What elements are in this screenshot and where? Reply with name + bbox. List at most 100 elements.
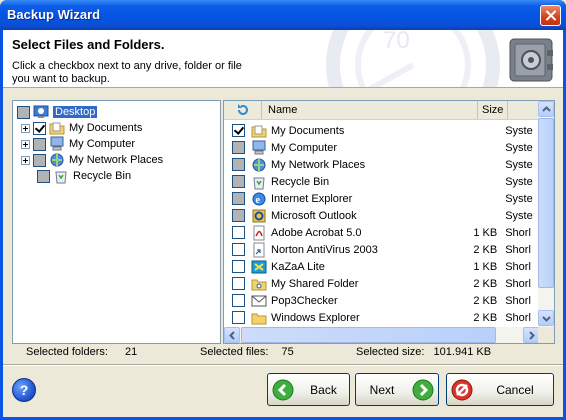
list-item-size: 1 KB [473,226,498,239]
folder-tree[interactable]: Desktop My Documents My Computer My Netw… [12,100,221,344]
desktop-icon [33,105,49,118]
scroll-up-button[interactable] [538,101,554,117]
tree-checkbox[interactable] [33,137,46,151]
tree-item-desktop[interactable]: Desktop [17,104,98,120]
scroll-corner [538,327,554,343]
list-item-size: 2 KB [473,294,498,307]
list-checkbox[interactable] [232,158,245,171]
tree-item-my-computer[interactable]: My Computer [21,136,135,152]
footer-divider [3,364,563,366]
list-row[interactable]: Windows Explorer 2 KB Shorl [224,309,539,326]
status-selected-folders: Selected folders: 21 [26,346,137,360]
list-checkbox[interactable] [232,311,245,324]
tree-item-label: My Documents [69,122,143,134]
list-item-name: Adobe Acrobat 5.0 [271,226,362,239]
list-item-type: Syste [505,209,533,222]
list-item-name: Pop3Checker [271,294,338,307]
list-row[interactable]: Norton AntiVirus 2003 2 KB Shorl [224,241,539,258]
column-header-type[interactable] [508,101,539,119]
column-header-size[interactable]: Size [478,101,508,119]
next-button[interactable]: Next [355,373,439,406]
selected-files-label: Selected files: [200,346,269,358]
outlook-icon [252,209,266,222]
list-item-size: 1 KB [473,260,498,273]
list-row[interactable]: My Computer Syste [224,139,539,156]
list-item-type: Syste [505,141,533,154]
tree-checkbox[interactable] [37,169,50,183]
list-item-name: Microsoft Outlook [271,209,357,222]
list-item-type: Shorl [505,243,531,256]
window-title: Backup Wizard [7,7,101,22]
folder-documents-icon [251,125,267,137]
tree-item-label: Desktop [53,106,98,118]
acrobat-icon [253,225,265,240]
svg-text:e: e [256,195,261,206]
refresh-column[interactable] [224,101,262,119]
selected-size-value: 101.941 KB [433,346,492,358]
list-item-type: Shorl [505,260,531,273]
dial-watermark-icon: 70 [326,30,500,87]
column-header-name[interactable]: Name [262,101,478,119]
list-checkbox[interactable] [232,243,245,256]
list-checkbox[interactable] [232,124,245,137]
list-row[interactable]: My Network Places Syste [224,156,539,173]
list-checkbox[interactable] [232,226,245,239]
horizontal-scrollbar[interactable] [224,327,539,343]
tree-checkbox[interactable] [33,153,46,167]
page-title: Select Files and Folders. [12,37,165,52]
list-row[interactable]: e Internet Explorer Syste [224,190,539,207]
tree-checkbox[interactable] [33,121,46,135]
list-item-name: KaZaA Lite [271,260,325,273]
tree-item-recycle-bin[interactable]: Recycle Bin [37,168,131,184]
selected-folders-value: 21 [125,346,138,358]
list-checkbox[interactable] [232,175,245,188]
title-bar[interactable]: Backup Wizard [0,0,566,30]
list-row[interactable]: Pop3Checker 2 KB Shorl [224,292,539,309]
cancel-button[interactable]: Cancel [446,373,554,406]
list-row[interactable]: KaZaA Lite 1 KB Shorl [224,258,539,275]
safe-icon [509,38,553,82]
tree-checkbox[interactable] [17,105,30,119]
tree-item-my-network-places[interactable]: My Network Places [21,152,163,168]
scroll-right-button[interactable] [523,327,539,343]
dialog-client: 70 Select Files and Folders. Click a che… [3,30,563,417]
back-arrow-icon [272,379,294,400]
back-button[interactable]: Back [267,373,350,406]
help-button[interactable]: ? [12,378,36,402]
expand-toggle[interactable] [21,139,30,149]
vertical-scrollbar[interactable] [538,101,554,327]
horizontal-scroll-thumb[interactable] [241,327,496,343]
list-checkbox[interactable] [232,141,245,154]
list-checkbox[interactable] [232,277,245,290]
list-row[interactable]: Adobe Acrobat 5.0 1 KB Shorl [224,224,539,241]
pop3-icon [251,295,267,306]
tree-item-my-documents[interactable]: My Documents [21,120,142,136]
chevron-up-icon [542,106,551,112]
expand-toggle[interactable] [21,155,30,165]
refresh-icon [238,104,248,115]
list-row[interactable]: Recycle Bin Syste [224,173,539,190]
status-selected-size: Selected size: 101.941 KB [356,346,491,360]
list-item-name: My Computer [271,141,338,154]
close-button[interactable] [540,5,561,26]
list-item-name: Windows Explorer [271,311,360,324]
recycle-bin-icon [253,177,265,189]
list-checkbox[interactable] [232,209,245,222]
network-places-icon [50,153,64,167]
next-button-label: Next [369,382,395,397]
scroll-down-button[interactable] [538,310,554,326]
list-header: Name Size [224,101,539,120]
scroll-left-button[interactable] [224,327,240,343]
list-row[interactable]: Microsoft Outlook Syste [224,207,539,224]
vertical-scroll-thumb[interactable] [538,118,554,288]
file-list[interactable]: Name Size My Documents Syste My Computer Sy… [223,100,555,344]
list-row[interactable]: My Documents Syste [224,122,539,139]
list-checkbox[interactable] [232,260,245,273]
list-row[interactable]: My Shared Folder 2 KB Shorl [224,275,539,292]
internet-explorer-icon: e [252,192,266,206]
list-checkbox[interactable] [232,294,245,307]
list-checkbox[interactable] [232,192,245,205]
tree-item-label: Recycle Bin [73,170,132,182]
expand-toggle[interactable] [21,123,30,133]
shortcut-icon [253,242,265,257]
